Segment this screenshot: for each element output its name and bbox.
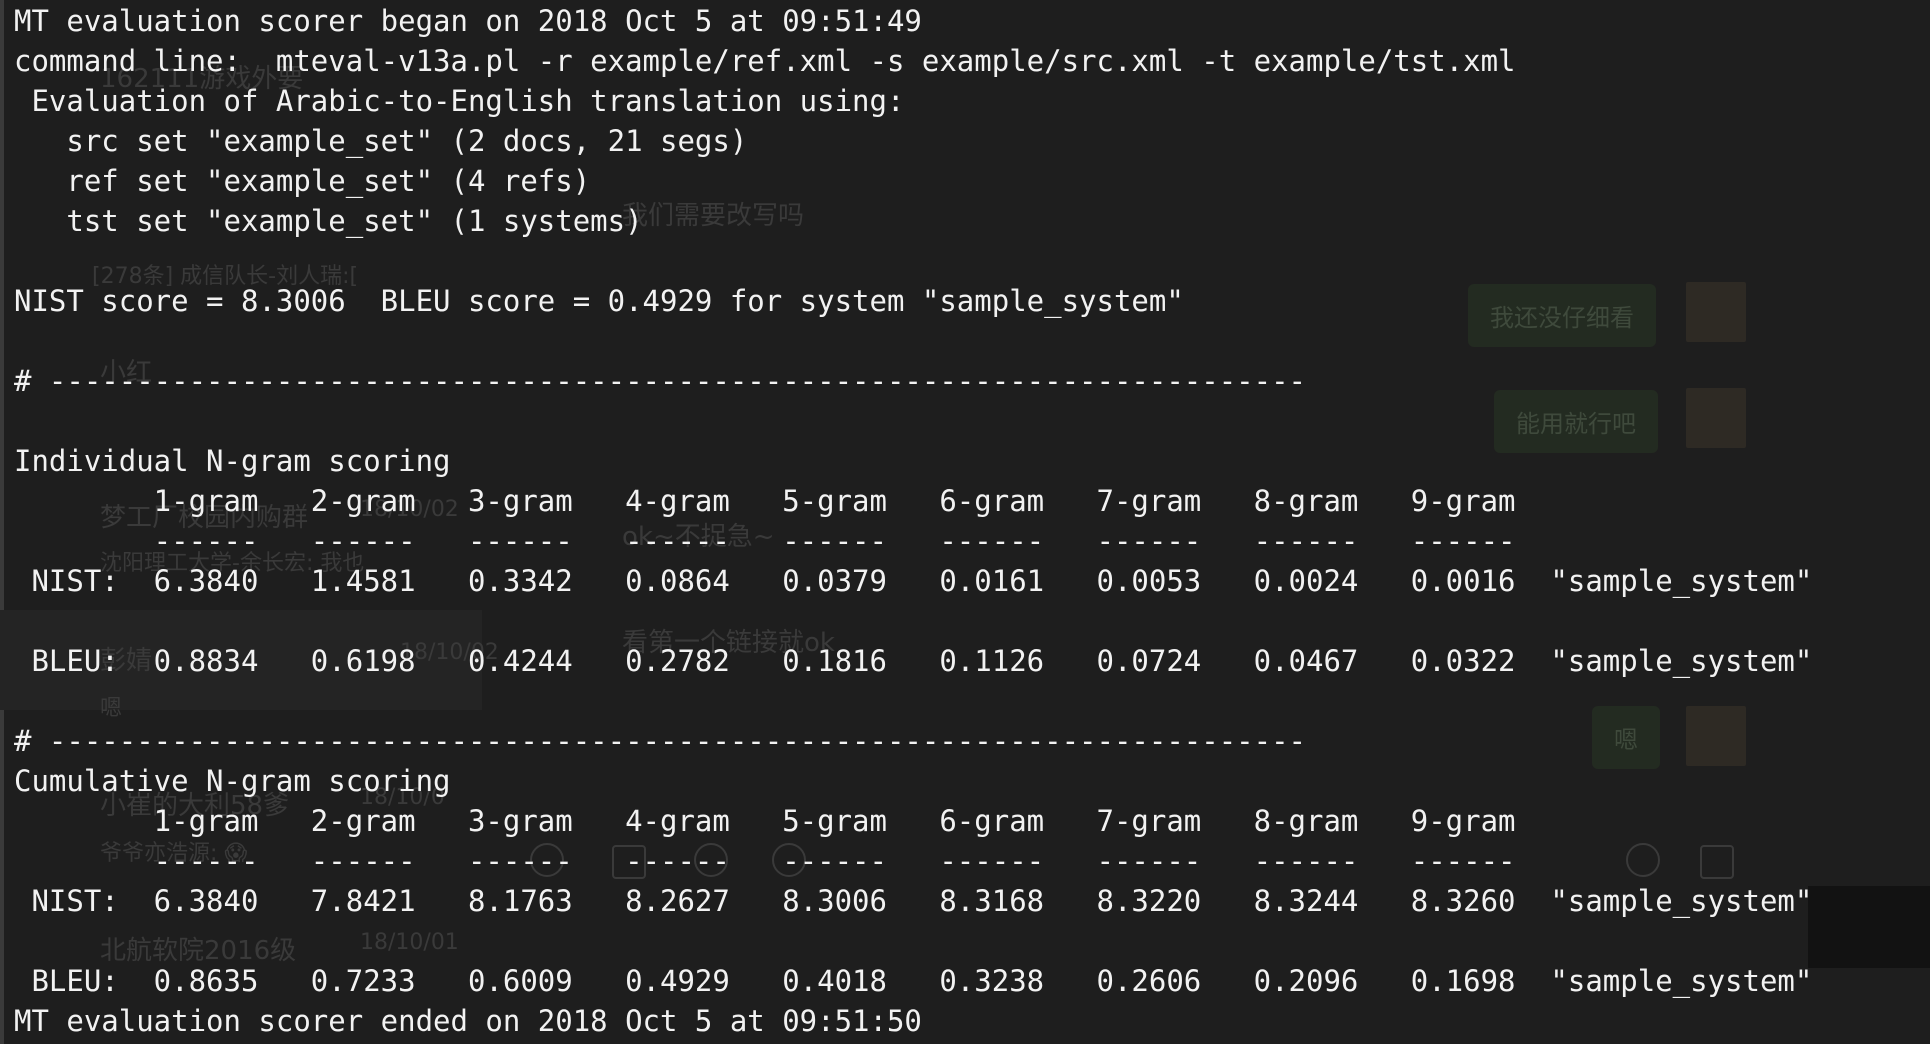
separator-line: # --------------------------------------…	[14, 364, 1307, 398]
ref-set-line: ref set "example_set" (4 refs)	[14, 164, 591, 198]
cumulative-ngram-dashes: ------ ------ ------ ------ ------ -----…	[14, 844, 1516, 878]
terminal-output[interactable]: MT evaluation scorer began on 2018 Oct 5…	[14, 0, 1924, 1044]
individual-ngram-dashes: ------ ------ ------ ------ ------ -----…	[14, 524, 1516, 558]
src-set-line: src set "example_set" (2 docs, 21 segs)	[14, 124, 748, 158]
individual-bleu-row: BLEU: 0.8834 0.6198 0.4244 0.2782 0.1816…	[14, 644, 1813, 678]
individual-nist-row: NIST: 6.3840 1.4581 0.3342 0.0864 0.0379…	[14, 564, 1813, 598]
cumulative-ngram-header: 1-gram 2-gram 3-gram 4-gram 5-gram 6-gra…	[14, 804, 1516, 838]
individual-scoring-title: Individual N-gram scoring	[14, 444, 451, 478]
separator-line: # --------------------------------------…	[14, 724, 1307, 758]
cumulative-scoring-title: Cumulative N-gram scoring	[14, 764, 451, 798]
cumulative-nist-row: NIST: 6.3840 7.8421 8.1763 8.2627 8.3006…	[14, 884, 1813, 918]
screen: 162111游戏外要 我们需要改写吗 [278条] 成信队长-刘人瑞:[ 小红 …	[0, 0, 1930, 1044]
overall-score-line: NIST score = 8.3006 BLEU score = 0.4929 …	[14, 284, 1184, 318]
scorer-start-line: MT evaluation scorer began on 2018 Oct 5…	[14, 4, 922, 38]
cumulative-bleu-row: BLEU: 0.8635 0.7233 0.6009 0.4929 0.4018…	[14, 964, 1813, 998]
evaluation-line: Evaluation of Arabic-to-English translat…	[14, 84, 905, 118]
scorer-end-line: MT evaluation scorer ended on 2018 Oct 5…	[14, 1004, 922, 1038]
command-line: command line: mteval-v13a.pl -r example/…	[14, 44, 1516, 78]
tst-set-line: tst set "example_set" (1 systems)	[14, 204, 643, 238]
individual-ngram-header: 1-gram 2-gram 3-gram 4-gram 5-gram 6-gra…	[14, 484, 1516, 518]
window-left-edge	[0, 0, 4, 1044]
